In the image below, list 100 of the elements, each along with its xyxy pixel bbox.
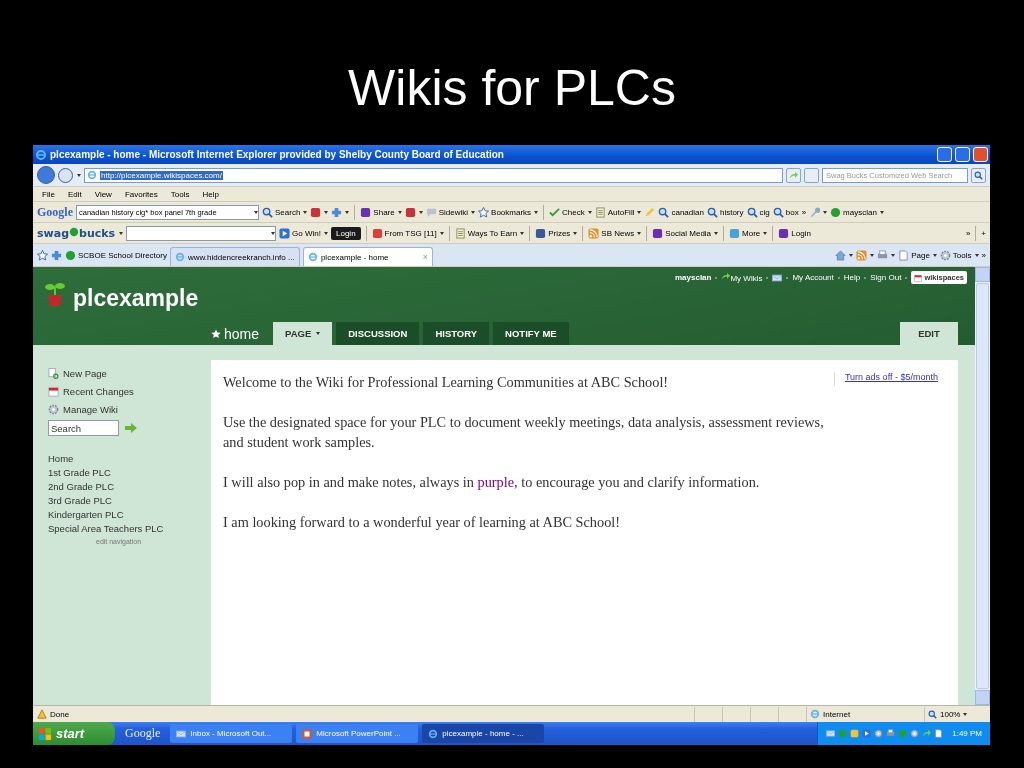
close-button[interactable] (973, 147, 988, 162)
search-button[interactable] (971, 167, 986, 183)
page-tab[interactable]: HISTORY (423, 322, 490, 345)
toolbar-button[interactable]: Check (549, 206, 592, 218)
toolbar-icon-button[interactable] (809, 206, 828, 218)
browser-tab[interactable]: plcexample - home × (302, 247, 433, 266)
sidebar-action[interactable]: Manage Wiki (48, 400, 211, 418)
toolbar-button[interactable]: Tools (939, 249, 979, 261)
slides-icon (302, 728, 313, 739)
start-button[interactable]: start (33, 722, 115, 745)
toolbar-icon-button[interactable] (404, 206, 423, 218)
sidebar-action[interactable]: Recent Changes (48, 382, 211, 400)
wiki-search-field[interactable]: Search (48, 420, 119, 436)
address-field[interactable]: http://plcexample.wikispaces.com/ (84, 167, 783, 183)
toolbar-button[interactable]: canadian (658, 206, 704, 218)
toolbar-button[interactable]: Share (360, 206, 402, 218)
toolbar-button[interactable]: Prizes (535, 227, 578, 239)
taskbar-button[interactable]: Inbox - Microsoft Out... (170, 724, 293, 743)
toolbar-button[interactable]: SB News (588, 227, 642, 239)
document-icon (594, 206, 606, 218)
toolbar-button[interactable]: Bookmarks (478, 206, 539, 218)
toolbar-button[interactable]: Page (898, 249, 937, 261)
forward-button[interactable] (58, 167, 73, 183)
toolbar-button[interactable]: Login (331, 226, 361, 240)
refresh-button[interactable] (786, 167, 801, 183)
user-link[interactable]: My Account (792, 273, 834, 282)
menu-item[interactable]: Edit (62, 189, 87, 199)
toolbar-button[interactable]: Login (778, 227, 811, 239)
nav-link[interactable]: 3rd Grade PLC (48, 494, 211, 508)
windows-flag-icon (39, 727, 51, 740)
home-link[interactable]: home (211, 322, 260, 345)
square-icon (371, 227, 383, 239)
menu-item[interactable]: View (89, 189, 117, 199)
menu-item[interactable]: File (37, 189, 60, 199)
magnifier-icon (928, 709, 937, 719)
menu-item[interactable]: Favorites (119, 189, 163, 199)
toolbar-button[interactable]: Go Win! (279, 227, 328, 239)
envelope-icon (772, 272, 783, 283)
toolbar-icon-button[interactable] (835, 249, 854, 261)
square-icon (404, 206, 416, 218)
browser-icon (35, 148, 47, 161)
clock: 1:49 PM (952, 729, 982, 738)
envelope-icon (826, 729, 836, 738)
page-tab[interactable]: NOTIFY ME (493, 322, 569, 345)
home-icon (835, 249, 847, 261)
taskbar-button[interactable]: plcexample - home - ... (422, 724, 545, 743)
square-icon (535, 227, 547, 239)
toolbar-button[interactable]: More (729, 227, 768, 239)
nav-link[interactable]: Special Area Teachers PLC (48, 522, 211, 536)
page-tab[interactable]: PAGE (273, 322, 333, 345)
toolbar-button[interactable]: + (981, 228, 986, 238)
slide-title: Wikis for PLCs (348, 60, 676, 116)
minimize-button[interactable] (937, 147, 952, 162)
user-link[interactable]: Sign Out (870, 273, 902, 282)
zoom-button[interactable]: 100% (940, 709, 968, 719)
toolbar-button[interactable]: » (801, 207, 807, 217)
user-link[interactable]: Help (843, 273, 861, 282)
toolbar-search-field[interactable] (126, 225, 277, 241)
caret-icon (254, 210, 258, 214)
menu-item[interactable]: Tools (165, 189, 195, 199)
nav-link[interactable]: 1st Grade PLC (48, 466, 211, 480)
status-dot-icon (65, 249, 76, 261)
toolbar-icon-button[interactable] (310, 206, 329, 218)
toolbar-button[interactable]: Social Media (652, 227, 719, 239)
sidebar-action[interactable]: New Page (48, 364, 211, 382)
nav-link[interactable]: 2nd Grade PLC (48, 480, 211, 494)
toolbar-button[interactable]: Sidewiki (425, 206, 476, 218)
toolbar-button[interactable]: » (981, 250, 986, 260)
paragraph: Welcome to the Wiki for Professional Learning Communities at ABC School! (223, 373, 670, 392)
toolbar-icon-button[interactable] (856, 249, 875, 261)
favorite-link[interactable]: SCBOE School Directory (65, 249, 167, 261)
toolbar-button[interactable]: cig (746, 206, 770, 218)
scrollbar[interactable] (975, 267, 990, 705)
user-link[interactable]: maysclan (674, 273, 712, 282)
toolbar-button[interactable]: AutoFill (594, 206, 642, 218)
back-button[interactable] (37, 166, 55, 184)
square-icon (850, 729, 860, 738)
nav-link[interactable]: Home (48, 452, 211, 466)
toolbar-button[interactable]: maysclan (830, 206, 884, 218)
ads-off-link[interactable]: Turn ads off - $5/month (833, 372, 938, 386)
calendar-icon (48, 385, 59, 397)
menu-item[interactable]: Help (197, 189, 224, 199)
toolbar-button[interactable]: box (772, 206, 799, 218)
toolbar-button[interactable]: Search (262, 206, 308, 218)
toolbar-icon-button[interactable] (331, 206, 350, 218)
nav-link[interactable]: Kindergarten PLC (48, 508, 211, 522)
toolbar-button[interactable]: » (965, 228, 971, 238)
quick-launch-google[interactable]: Google (125, 726, 161, 741)
page-tab[interactable]: DISCUSSION (336, 322, 420, 345)
taskbar-button[interactable]: Microsoft PowerPoint ... (296, 724, 419, 743)
browser-tab[interactable]: www.hiddencreekranch.info ... (169, 247, 300, 266)
edit-tab[interactable]: EDIT (900, 322, 958, 345)
status-dot-icon (69, 226, 79, 237)
maximize-button[interactable] (955, 147, 970, 162)
toolbar-icon-button[interactable] (877, 249, 896, 261)
stop-button[interactable] (804, 167, 819, 183)
toolbar-button[interactable]: From TSG [11] (371, 227, 444, 239)
toolbar-button[interactable]: history (706, 206, 744, 218)
toolbar-button[interactable]: Ways To Earn (454, 227, 525, 239)
user-link[interactable]: My Wikis (721, 272, 763, 283)
